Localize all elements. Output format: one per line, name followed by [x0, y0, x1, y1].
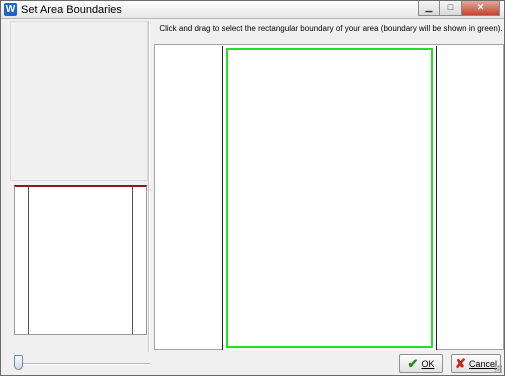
app-icon: W — [4, 3, 17, 16]
preview-margin-right — [132, 187, 133, 334]
window-title: Set Area Boundaries — [21, 4, 122, 16]
minimize-button[interactable]: ▁ — [418, 1, 440, 16]
instruction-text: Click and drag to select the rectangular… — [159, 24, 503, 33]
maximize-button[interactable]: □ — [440, 1, 462, 16]
page-thumbnail-preview[interactable] — [14, 185, 147, 335]
cancel-label: Cancel — [468, 358, 497, 369]
close-button[interactable]: ✕ — [462, 1, 500, 16]
check-icon: ✔ — [407, 356, 419, 371]
pane-splitter[interactable] — [148, 21, 150, 352]
ok-button[interactable]: ✔ OK — [399, 354, 443, 373]
left-top-panel — [10, 21, 148, 181]
preview-margin-left — [28, 187, 29, 334]
page-area[interactable] — [222, 46, 437, 350]
resize-grip[interactable] — [494, 365, 502, 373]
left-pane — [10, 21, 150, 370]
ok-label: OK — [421, 358, 435, 369]
zoom-slider-track[interactable] — [18, 363, 150, 365]
x-icon: ✘ — [455, 356, 466, 371]
title-bar[interactable]: W Set Area Boundaries ▁ □ ✕ — [1, 1, 504, 19]
zoom-slider-thumb[interactable] — [14, 355, 23, 370]
boundary-canvas[interactable] — [154, 44, 504, 350]
set-area-boundaries-window: W Set Area Boundaries ▁ □ ✕ Click and dr… — [0, 0, 505, 376]
window-controls: ▁ □ ✕ — [418, 1, 500, 16]
green-boundary-rectangle[interactable] — [226, 48, 433, 348]
